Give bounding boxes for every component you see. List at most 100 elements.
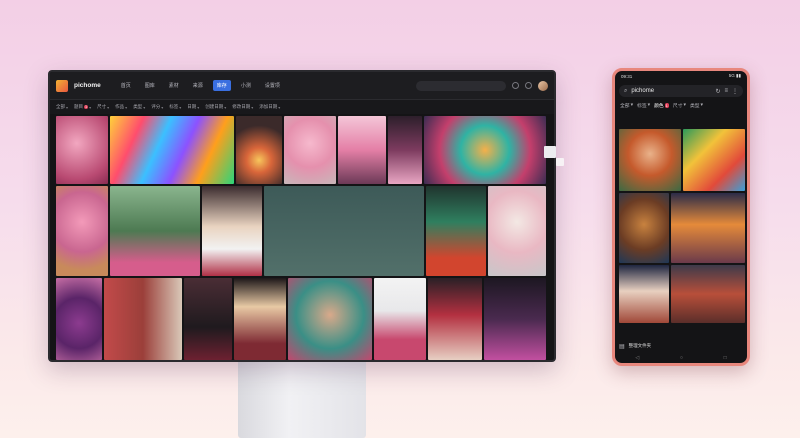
image-tile-blonde-back[interactable] xyxy=(234,278,286,360)
image-tile-woman-portrait[interactable] xyxy=(288,278,372,360)
mobile-filter-type[interactable]: 类型 ▾ xyxy=(690,102,703,109)
chevron-down-icon: ▾ xyxy=(66,104,69,110)
filter-label: 作品 xyxy=(115,104,125,109)
settings-icon[interactable] xyxy=(525,82,532,89)
chevron-down-icon: ▾ xyxy=(197,104,200,110)
chevron-down-icon: ▾ xyxy=(143,104,146,110)
image-tile-red-hair-girl[interactable] xyxy=(428,278,482,360)
status-time: 09:31 xyxy=(621,73,633,79)
folder-icon[interactable]: ▤ xyxy=(619,343,625,350)
mobile-url-text: pichome xyxy=(631,88,655,94)
filter-label: 评分 xyxy=(151,104,161,109)
chevron-down-icon: ▾ xyxy=(251,104,254,110)
nav-item-home[interactable]: 首页 xyxy=(117,80,135,91)
image-tile-knight-forest[interactable] xyxy=(110,186,200,276)
filter-label: 类型 xyxy=(133,104,143,109)
mobile-filter-all[interactable]: 全部 ▾ xyxy=(620,102,633,109)
more-icon[interactable]: ⋮ xyxy=(732,88,738,95)
back-icon[interactable]: ◁ xyxy=(635,355,639,361)
image-tile-purple-warrior[interactable] xyxy=(484,278,546,360)
image-tile-steampunk-girl[interactable] xyxy=(374,278,426,360)
mobile-filter-size[interactable]: 尺寸 ▾ xyxy=(673,102,686,109)
refresh-icon[interactable]: ↻ xyxy=(715,88,720,95)
image-tile-neon-street[interactable] xyxy=(426,186,486,276)
image-tile-grapes[interactable] xyxy=(56,278,102,360)
image-tile-camera[interactable] xyxy=(683,129,745,191)
search-icon[interactable]: ⌕ xyxy=(624,88,627,95)
image-tile-ice-cream-cone[interactable] xyxy=(56,186,108,276)
image-tile-lipstick[interactable] xyxy=(56,116,108,184)
brand-name: pichome xyxy=(74,82,101,89)
recent-apps-icon[interactable]: □ xyxy=(724,355,727,361)
filter-label: 全部 xyxy=(620,104,630,109)
image-tile-calendar[interactable] xyxy=(264,186,424,276)
filter-rating[interactable]: 评分 ▾ xyxy=(151,104,163,110)
pichome-logo-icon[interactable] xyxy=(56,79,68,92)
filter-all[interactable]: 全部 ▾ xyxy=(56,104,68,110)
menu-icon[interactable]: ≡ xyxy=(724,88,728,94)
drag-handle-icon xyxy=(556,158,564,166)
filter-tags[interactable]: 标签 ▾ xyxy=(169,104,181,110)
filter-type[interactable]: 类型 ▾ xyxy=(133,104,145,110)
image-tile-pink-hair-girl[interactable] xyxy=(338,116,386,184)
search-icon[interactable] xyxy=(512,82,519,89)
mobile-url-bar[interactable]: ⌕ pichome ↻ ≡ ⋮ xyxy=(619,85,743,97)
user-avatar[interactable] xyxy=(538,80,548,91)
home-icon[interactable]: ○ xyxy=(680,355,683,361)
image-tile-dark-warrior[interactable] xyxy=(184,278,232,360)
image-tile-cat-girl[interactable] xyxy=(619,265,669,323)
filter-modified[interactable]: 修改日期 ▾ xyxy=(232,104,253,110)
image-tile-temple[interactable] xyxy=(671,265,745,323)
nav-item-test[interactable]: 小测 xyxy=(237,80,255,91)
filter-size[interactable]: 尺寸 ▾ xyxy=(97,104,109,110)
chevron-down-icon: ▾ xyxy=(700,103,703,108)
mobile-nav-bar: ◁ ○ □ xyxy=(615,353,747,363)
mobile-status-bar: 09:31 5G ▮▮ xyxy=(615,71,747,81)
chevron-down-icon: ▾ xyxy=(278,104,281,110)
filter-added[interactable]: 添加日期 ▾ xyxy=(259,104,280,110)
filter-date[interactable]: 日期 ▾ xyxy=(187,104,199,110)
nav-item-settings[interactable]: 设置项 xyxy=(261,80,284,91)
image-tile-flowers-candle[interactable] xyxy=(236,116,282,184)
nav-item-source[interactable]: 来源 xyxy=(189,80,207,91)
image-tile-ginger-girl[interactable] xyxy=(619,129,681,191)
image-tile-fox-girl[interactable] xyxy=(671,193,745,263)
chevron-down-icon: ▾ xyxy=(630,103,634,108)
filter-created[interactable]: 创建日期 ▾ xyxy=(205,104,226,110)
chevron-down-icon: ▾ xyxy=(647,103,651,108)
image-tile-red-hood-girl[interactable] xyxy=(104,278,182,360)
image-tile-chibi-girl[interactable] xyxy=(488,186,546,276)
filter-label: 全部 xyxy=(56,104,65,109)
image-tile-colorful-cat[interactable] xyxy=(424,116,546,184)
image-tile-ice-cream-pink[interactable] xyxy=(284,116,336,184)
chevron-down-icon: ▾ xyxy=(224,104,227,110)
image-tile-bear-guitar[interactable] xyxy=(619,193,669,263)
filter-label: 题目 xyxy=(74,104,84,109)
filter-label: 颜色 xyxy=(654,104,664,109)
filter-title[interactable]: 题目 1 ▾ xyxy=(74,104,91,110)
filter-label: 日期 xyxy=(187,104,197,109)
filter-badge: 1 xyxy=(84,105,89,109)
mobile-filter-tags[interactable]: 标签 ▾ xyxy=(637,102,650,109)
image-tile-graffiti[interactable] xyxy=(110,116,234,184)
image-tile-blonde-girl[interactable] xyxy=(202,186,262,276)
nav-item-library[interactable]: 图库 xyxy=(141,80,159,91)
bottom-label[interactable]: 整理文件夹 xyxy=(629,343,652,349)
drag-handle-icon xyxy=(544,146,556,158)
nav-item-assets[interactable]: 素材 xyxy=(165,80,183,91)
mobile-filter-bar: 全部 ▾ 标签 ▾ 颜色 1 尺寸 ▾ 类型 ▾ xyxy=(615,97,747,111)
chevron-down-icon: ▾ xyxy=(89,104,92,110)
mobile-phone: 09:31 5G ▮▮ ⌕ pichome ↻ ≡ ⋮ 全部 ▾ 标签 ▾ 颜色 1 … xyxy=(612,68,750,366)
chevron-down-icon: ▾ xyxy=(107,104,110,110)
image-tile-gothic-girl[interactable] xyxy=(388,116,422,184)
desktop-monitor: pichome 首页 图库 素材 来源 库存 小测 设置项 全部 ▾ 题目 1 ▾ 尺… xyxy=(48,70,556,362)
mobile-filter-color[interactable]: 颜色 1 xyxy=(654,102,669,109)
desktop-topbar: pichome 首页 图库 素材 来源 库存 小测 设置项 xyxy=(50,72,554,100)
filter-label: 标签 xyxy=(637,104,647,109)
desktop-search-input[interactable] xyxy=(416,80,506,91)
filter-label: 尺寸 xyxy=(672,104,683,109)
filter-label: 修改日期 xyxy=(232,104,251,109)
filter-work[interactable]: 作品 ▾ xyxy=(115,104,127,110)
nav-item-storage[interactable]: 库存 xyxy=(212,80,231,91)
mobile-image-grid xyxy=(619,129,745,329)
